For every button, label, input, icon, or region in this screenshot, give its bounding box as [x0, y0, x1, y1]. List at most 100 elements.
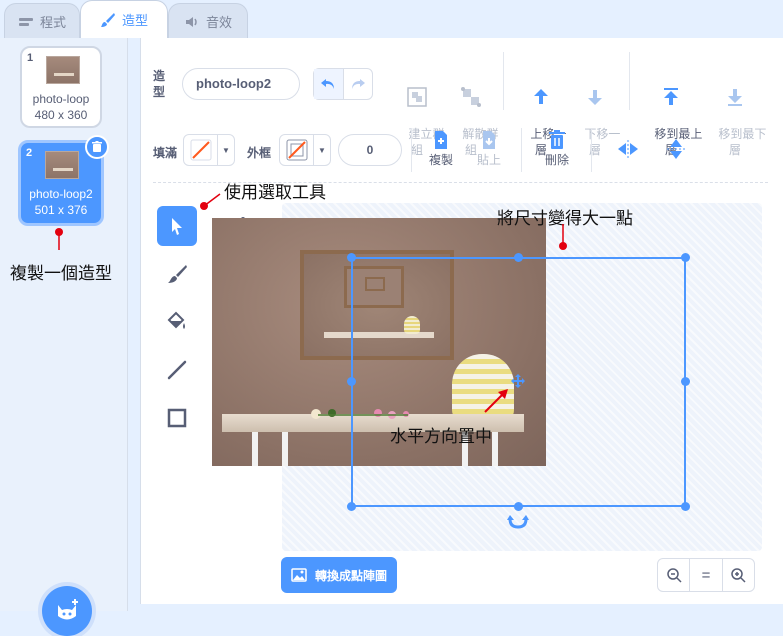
- costume-list: 1 photo-loop 480 x 360 2 photo-loop2 501…: [0, 38, 128, 636]
- copy-label: 複製: [428, 153, 453, 167]
- resize-handle[interactable]: [681, 253, 690, 262]
- zoom-in-button[interactable]: [721, 559, 754, 591]
- fill-color-picker[interactable]: ▼: [183, 134, 235, 166]
- tab-sounds-label: 音效: [205, 15, 232, 30]
- cat-plus-icon: [58, 599, 78, 620]
- tab-code[interactable]: 程式: [4, 3, 80, 39]
- flip-horizontal-button[interactable]: [615, 140, 641, 160]
- trash-icon: [549, 130, 565, 149]
- flip-vertical-icon: [667, 139, 685, 159]
- delete-button[interactable]: 刪除: [537, 130, 577, 168]
- resize-handle[interactable]: [347, 377, 356, 386]
- trash-icon: [92, 141, 102, 152]
- resize-handle[interactable]: [681, 377, 690, 386]
- back-button[interactable]: 移到最下 層: [705, 54, 767, 174]
- select-tool[interactable]: [157, 206, 197, 246]
- image-icon: [291, 568, 307, 582]
- chevron-down-icon: ▼: [318, 145, 326, 155]
- costume-size: 501 x 376: [34, 203, 88, 217]
- delete-costume-button[interactable]: [85, 135, 109, 159]
- brush-tool[interactable]: [157, 254, 197, 294]
- line-tool[interactable]: [157, 350, 197, 390]
- back-label: 移到最下 層: [718, 127, 767, 157]
- code-icon: [18, 17, 33, 26]
- divider: [629, 52, 630, 110]
- costume-name-input[interactable]: photo-loop2: [182, 68, 300, 100]
- flip-vertical-button[interactable]: [663, 138, 689, 162]
- resize-handle[interactable]: [681, 502, 690, 511]
- speaker-icon: [185, 16, 197, 27]
- no-outline-icon: [286, 139, 307, 161]
- delete-label: 刪除: [544, 153, 569, 167]
- resize-handle[interactable]: [347, 253, 356, 262]
- resize-handle[interactable]: [347, 502, 356, 511]
- editor-tabs: 程式 造型 音效: [0, 0, 783, 39]
- convert-to-bitmap-button[interactable]: 轉換成點陣圖: [281, 557, 397, 593]
- divider: [521, 128, 522, 172]
- zoom-reset-label: =: [701, 566, 711, 584]
- zoom-out-icon: [666, 568, 682, 583]
- redo-button[interactable]: [344, 69, 373, 99]
- group-icon: [407, 87, 427, 107]
- zoom-controls: =: [657, 558, 755, 592]
- flip-horizontal-icon: [618, 140, 638, 158]
- costume-name-label: 造 型: [153, 69, 166, 99]
- table-leg: [252, 432, 258, 466]
- costume-number: 1: [27, 52, 34, 64]
- arrow-bottom-icon: [728, 89, 742, 106]
- tab-costumes[interactable]: 造型: [80, 0, 168, 38]
- paste-label: 貼上: [476, 153, 501, 167]
- paste-button[interactable]: 貼上: [469, 130, 509, 168]
- rectangle-tool[interactable]: [157, 398, 197, 438]
- outline-label: 外框: [247, 146, 272, 160]
- tab-costumes-label: 造型: [121, 13, 148, 28]
- costume-thumbnail: [46, 56, 80, 84]
- outline-width-input[interactable]: 0: [338, 134, 402, 166]
- chevron-down-icon: ▼: [222, 145, 230, 155]
- tab-code-label: 程式: [39, 15, 66, 30]
- costume-name: photo-loop: [32, 92, 90, 106]
- copy-icon: [435, 131, 447, 149]
- brush-icon: [100, 12, 115, 27]
- outline-color-picker[interactable]: ▼: [279, 134, 331, 166]
- move-center-icon[interactable]: [510, 373, 526, 389]
- costume-item-1[interactable]: 1 photo-loop 480 x 360: [20, 46, 102, 128]
- tab-sounds[interactable]: 音效: [168, 3, 248, 39]
- arrow-top-icon: [664, 88, 678, 105]
- rotate-handle-icon[interactable]: [507, 514, 529, 530]
- annotation-center: 水平方向置中: [390, 427, 492, 447]
- cursor-arrow-icon: [172, 218, 182, 235]
- divider: [503, 52, 504, 110]
- divider: [411, 128, 412, 172]
- costume-item-2[interactable]: 2 photo-loop2 501 x 376: [18, 135, 109, 226]
- divider: [591, 128, 592, 172]
- brush-icon: [168, 265, 187, 283]
- fill-tool[interactable]: [157, 302, 197, 342]
- table-leg: [282, 432, 288, 466]
- resize-handle[interactable]: [514, 502, 523, 511]
- line-icon: [167, 360, 187, 380]
- annotation-copy-costume: 複製一個造型: [10, 264, 112, 284]
- annotation-select-tool: 使用選取工具: [224, 183, 326, 203]
- undo-button[interactable]: [314, 69, 344, 99]
- rectangle-icon: [167, 408, 187, 428]
- paste-icon: [483, 131, 495, 149]
- costume-number: 2: [26, 147, 33, 159]
- arrow-up-icon: [534, 89, 548, 104]
- annotation-resize: 將尺寸變得大一點: [497, 209, 633, 229]
- paint-bucket-icon: [167, 311, 185, 329]
- resize-handle[interactable]: [514, 253, 523, 262]
- copy-button[interactable]: 複製: [421, 130, 461, 168]
- zoom-reset-button[interactable]: =: [689, 559, 721, 591]
- undo-redo-group: [313, 68, 373, 100]
- ungroup-icon: [461, 87, 481, 107]
- costume-size: 480 x 360: [34, 108, 88, 122]
- convert-to-bitmap-label: 轉換成點陣圖: [314, 568, 387, 583]
- zoom-out-button[interactable]: [658, 559, 689, 591]
- zoom-in-icon: [731, 568, 746, 583]
- backward-button[interactable]: 下移一 層: [571, 54, 620, 174]
- add-costume-button[interactable]: [42, 586, 92, 636]
- arrow-down-icon: [588, 90, 602, 105]
- costume-thumbnail: [45, 151, 79, 179]
- costume-name: photo-loop2: [29, 187, 93, 201]
